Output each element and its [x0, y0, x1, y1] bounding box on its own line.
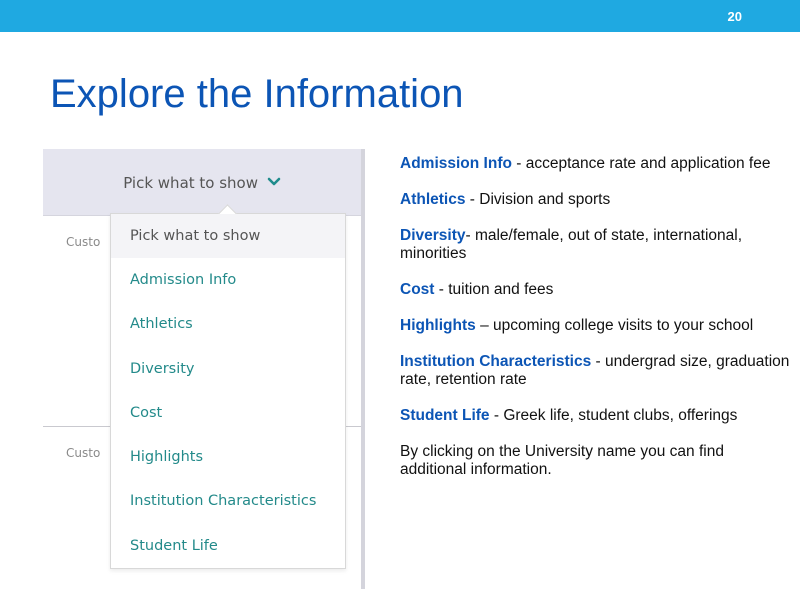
info-item-institution: Institution Characteristics - undergrad …: [400, 353, 790, 389]
info-term: Athletics: [400, 191, 466, 208]
info-item-diversity: Diversity- male/female, out of state, in…: [400, 227, 790, 263]
info-term: Student Life: [400, 407, 490, 424]
dropdown-item-pick-what-to-show[interactable]: Pick what to show: [111, 214, 345, 258]
closing-note: By clicking on the University name you c…: [400, 443, 724, 478]
slide-number: 20: [727, 9, 742, 24]
screenshot-panel: Pick what to show Custo Custo Pick what …: [43, 149, 365, 589]
info-text: Greek life, student clubs, offerings: [503, 407, 738, 424]
pick-what-to-show-button[interactable]: Pick what to show: [43, 174, 361, 192]
show-dropdown-menu: Pick what to show Admission Info Athleti…: [110, 204, 346, 569]
info-sep: -: [465, 191, 480, 208]
panel-header: Pick what to show: [43, 149, 361, 216]
dropdown-item-athletics[interactable]: Athletics: [111, 302, 345, 346]
customize-label: Custo: [66, 446, 101, 460]
customize-label: Custo: [66, 235, 101, 249]
info-list: Admission Info - acceptance rate and app…: [400, 155, 790, 497]
dropdown-item-cost[interactable]: Cost: [111, 391, 345, 435]
slide-title: Explore the Information: [50, 72, 464, 116]
picker-label: Pick what to show: [123, 174, 258, 192]
info-item-highlights: Highlights – upcoming college visits to …: [400, 317, 790, 335]
chevron-down-icon: [267, 177, 281, 186]
info-sep: –: [475, 317, 494, 334]
info-sep: -: [434, 281, 449, 298]
info-term: Institution Characteristics: [400, 353, 592, 370]
top-bar: 20: [0, 0, 800, 32]
info-item-athletics: Athletics - Division and sports: [400, 191, 790, 209]
info-text: upcoming college visits to your school: [493, 317, 754, 334]
info-item-cost: Cost - tuition and fees: [400, 281, 790, 299]
info-term: Highlights: [400, 317, 476, 334]
info-item-student-life: Student Life - Greek life, student clubs…: [400, 407, 790, 425]
panel-divider-vertical: [361, 149, 365, 589]
dropdown-item-diversity[interactable]: Diversity: [111, 347, 345, 391]
info-sep: -: [511, 155, 526, 172]
dropdown-item-highlights[interactable]: Highlights: [111, 435, 345, 479]
info-term: Admission Info: [400, 155, 512, 172]
info-term: Cost: [400, 281, 435, 298]
info-sep: -: [591, 353, 605, 370]
dropdown-item-student-life[interactable]: Student Life: [111, 524, 345, 568]
info-sep: -: [489, 407, 504, 424]
info-item-admission: Admission Info - acceptance rate and app…: [400, 155, 790, 173]
info-text: acceptance rate and application fee: [525, 155, 771, 172]
dropdown-item-admission-info[interactable]: Admission Info: [111, 258, 345, 302]
info-text: tuition and fees: [448, 281, 554, 298]
info-text: Division and sports: [479, 191, 611, 208]
info-term: Diversity: [400, 227, 466, 244]
dropdown-item-institution-characteristics[interactable]: Institution Characteristics: [111, 479, 345, 523]
info-sep: -: [465, 227, 475, 244]
